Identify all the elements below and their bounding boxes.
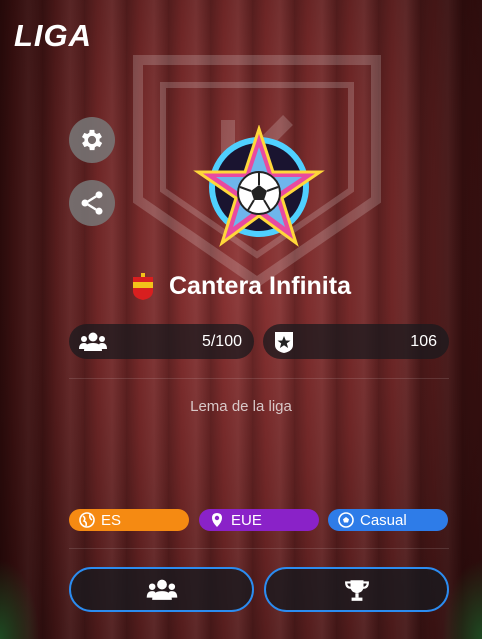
star-shield-icon — [275, 331, 293, 353]
league-emblem-icon — [193, 125, 325, 247]
share-button[interactable] — [69, 180, 115, 226]
page-title: LIGA — [14, 18, 93, 53]
soccer-ball-icon — [338, 512, 354, 528]
divider — [69, 548, 449, 549]
share-icon — [81, 191, 103, 215]
score-pill: 106 — [263, 324, 449, 359]
gear-icon — [81, 129, 103, 151]
league-name: Cantera Infinita — [169, 272, 351, 300]
language-tag-label: ES — [101, 511, 122, 529]
users-icon — [79, 332, 107, 351]
region-tag: EUE — [199, 509, 319, 531]
users-icon — [146, 579, 177, 600]
league-name-row: Cantera Infinita — [0, 272, 482, 301]
members-button[interactable] — [69, 567, 254, 612]
globe-icon — [79, 512, 95, 528]
score-value: 106 — [410, 332, 437, 350]
grass-decoration-right — [442, 559, 482, 639]
play-style-tag: Casual — [328, 509, 448, 531]
trophy-icon — [344, 579, 369, 601]
members-count: 5/100 — [201, 332, 242, 350]
league-motto: Lema de la liga — [190, 398, 292, 415]
grass-decoration-left — [0, 559, 40, 639]
members-count-pill: 5/100 — [69, 324, 254, 359]
language-tag: ES — [69, 509, 189, 531]
divider — [69, 378, 449, 379]
trophy-button[interactable] — [264, 567, 449, 612]
play-style-tag-label: Casual — [360, 511, 407, 529]
spain-flag-icon — [133, 272, 153, 300]
region-tag-label: EUE — [231, 511, 262, 529]
location-pin-icon — [212, 513, 222, 527]
settings-button[interactable] — [69, 117, 115, 163]
